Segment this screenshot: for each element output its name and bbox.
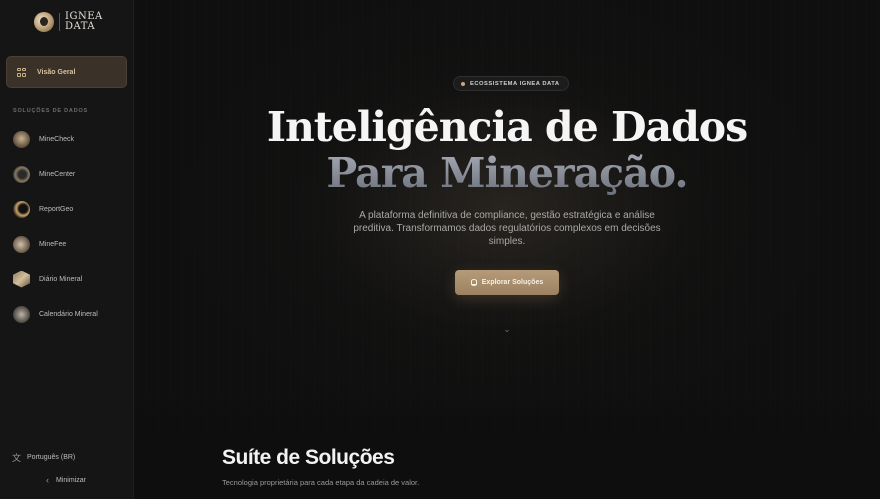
ecosystem-badge: ECOSSISTEMA IGNEA DATA: [453, 76, 569, 91]
explore-solutions-button[interactable]: Explorar Soluções: [455, 270, 559, 295]
chevron-down-icon[interactable]: ⌄: [501, 324, 513, 334]
language-label: Português (BR): [27, 454, 76, 461]
badge-dot-icon: [461, 81, 465, 86]
sidebar-item-calendario-mineral[interactable]: Calendário Mineral: [13, 302, 125, 326]
minimize-button[interactable]: ‹ Minimizar: [46, 475, 86, 485]
minecenter-icon: [13, 165, 30, 183]
sidebar-item-label: ReportGeo: [39, 205, 74, 213]
brand-logo-block[interactable]: IGNEA DATA: [34, 12, 103, 32]
sidebar-item-minecenter[interactable]: MineCenter: [13, 162, 125, 186]
sidebar-item-overview[interactable]: Visão Geral: [6, 56, 127, 88]
reportgeo-icon: [13, 200, 30, 218]
sidebar-item-minefee[interactable]: MineFee: [13, 232, 125, 256]
sidebar-item-label: MineCheck: [39, 135, 75, 143]
app-root: IGNEA DATA Visão Geral SOLUÇÕES DE DADOS…: [0, 0, 880, 499]
sidebar-item-label: Visão Geral: [37, 68, 76, 76]
sidebar-item-label: MineFee: [39, 240, 67, 248]
badge-label: ECOSSISTEMA IGNEA DATA: [470, 80, 560, 87]
brand-logo-icon: [34, 12, 54, 32]
calendario-mineral-icon: [13, 305, 30, 323]
chevron-left-icon: ‹: [46, 475, 49, 485]
sidebar-item-reportgeo[interactable]: ReportGeo: [13, 197, 125, 221]
minecheck-icon: [13, 130, 30, 148]
brand-divider: [59, 13, 60, 31]
sidebar-item-label: Diário Mineral: [39, 275, 83, 283]
minefee-icon: [13, 235, 30, 253]
main-content: ECOSSISTEMA IGNEA DATA Inteligência de D…: [134, 0, 880, 499]
brand-name-line2: DATA: [65, 21, 96, 32]
cta-label: Explorar Soluções: [481, 279, 544, 286]
hero-title-line2: Para Mineração.: [134, 150, 880, 196]
language-selector[interactable]: 文 Português (BR): [12, 451, 75, 464]
sidebar: IGNEA DATA Visão Geral SOLUÇÕES DE DADOS…: [0, 0, 134, 499]
brand-text: IGNEA DATA: [65, 12, 103, 32]
sidebar-item-label: MineCenter: [39, 170, 76, 178]
diario-mineral-icon: [13, 270, 30, 288]
suite-title: Suíte de Soluções: [222, 446, 395, 469]
sidebar-item-minecheck[interactable]: MineCheck: [13, 127, 125, 151]
grid-icon: [17, 67, 26, 77]
sidebar-item-label: Calendário Mineral: [39, 310, 98, 318]
hero-title-line1: Inteligência de Dados: [266, 103, 748, 151]
hero-description: A plataforma definitiva de compliance, g…: [353, 210, 661, 247]
translate-icon: 文: [12, 453, 22, 463]
minimize-label: Minimizar: [56, 476, 86, 484]
sidebar-item-diario-mineral[interactable]: Diário Mineral: [13, 267, 125, 291]
database-icon: [470, 279, 477, 286]
sidebar-section-title: SOLUÇÕES DE DADOS: [13, 108, 89, 114]
suite-subtitle: Tecnologia proprietária para cada etapa …: [222, 478, 420, 487]
hero-title: Inteligência de Dados Para Mineração.: [134, 104, 880, 196]
